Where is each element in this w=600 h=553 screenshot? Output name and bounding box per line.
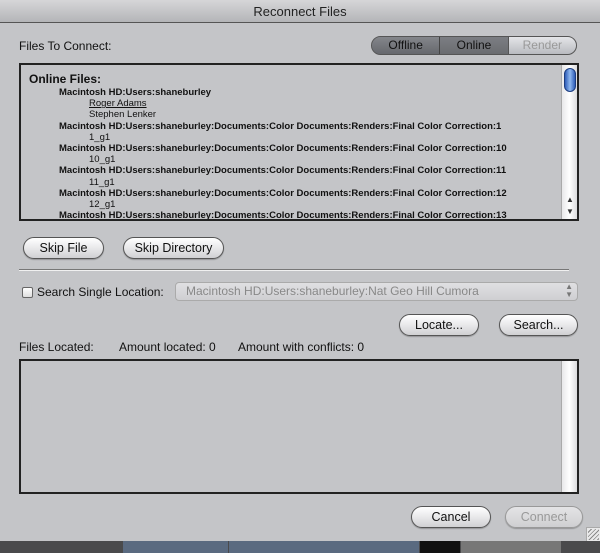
cancel-button[interactable]: Cancel [411, 506, 491, 528]
scroll-down-arrow-icon[interactable]: ▼ [562, 206, 577, 218]
popup-chevron-icon: ▲ ▼ [565, 282, 573, 299]
online-files-list[interactable]: Online Files: Macintosh HD:Users:shanebu… [19, 63, 579, 221]
section-divider [19, 269, 569, 271]
file-row[interactable]: 12_g1 [29, 199, 561, 210]
files-to-connect-label: Files To Connect: [19, 39, 112, 53]
file-row[interactable]: Stephen Lenker [29, 109, 561, 120]
file-row[interactable]: 1_g1 [29, 132, 561, 143]
online-files-scrollbar[interactable]: ▲ ▼ [561, 65, 577, 219]
segment-render[interactable]: Render [508, 37, 576, 54]
locate-button[interactable]: Locate... [399, 314, 479, 336]
amount-with-conflicts: Amount with conflicts: 0 [238, 340, 365, 354]
search-single-location-label: Search Single Location: [37, 285, 164, 299]
folder-path-row[interactable]: Macintosh HD:Users:shaneburley:Documents… [29, 121, 561, 132]
folder-path-row[interactable]: Macintosh HD:Users:shaneburley [29, 87, 561, 98]
folder-path-row[interactable]: Macintosh HD:Users:shaneburley:Documents… [29, 188, 561, 199]
files-located-label: Files Located: [19, 340, 94, 354]
folder-path-row[interactable]: Macintosh HD:Users:shaneburley:Documents… [29, 165, 561, 176]
scroll-thumb[interactable] [564, 68, 576, 92]
scroll-up-arrow-icon[interactable]: ▲ [562, 194, 577, 206]
online-files-header: Online Files: [29, 72, 102, 86]
search-button[interactable]: Search... [499, 314, 578, 336]
search-location-popup[interactable]: Macintosh HD:Users:shaneburley:Nat Geo H… [175, 282, 578, 301]
window-title: Reconnect Files [253, 4, 347, 19]
skip-directory-button[interactable]: Skip Directory [123, 237, 224, 259]
search-single-location-checkbox[interactable] [22, 287, 33, 298]
skip-file-button[interactable]: Skip File [23, 237, 104, 259]
file-row[interactable]: Roger Adams [29, 98, 561, 109]
title-bar: Reconnect Files [0, 0, 600, 23]
amount-located: Amount located: 0 [119, 340, 216, 354]
background-app-strip [0, 541, 600, 553]
search-location-value: Macintosh HD:Users:shaneburley:Nat Geo H… [186, 284, 479, 298]
connect-button[interactable]: Connect [505, 506, 583, 528]
folder-path-row[interactable]: Macintosh HD:Users:shaneburley:Documents… [29, 143, 561, 154]
segment-offline[interactable]: Offline [372, 37, 441, 54]
resize-grip-icon[interactable] [586, 527, 600, 541]
file-type-segmented-control[interactable]: Offline Online Render [371, 36, 577, 55]
files-located-list[interactable] [19, 359, 579, 494]
files-located-scrollbar[interactable] [561, 361, 577, 492]
file-row[interactable]: 11_g1 [29, 177, 561, 188]
file-row[interactable]: 10_g1 [29, 154, 561, 165]
segment-online[interactable]: Online [440, 37, 509, 54]
folder-path-row[interactable]: Macintosh HD:Users:shaneburley:Documents… [29, 210, 561, 219]
